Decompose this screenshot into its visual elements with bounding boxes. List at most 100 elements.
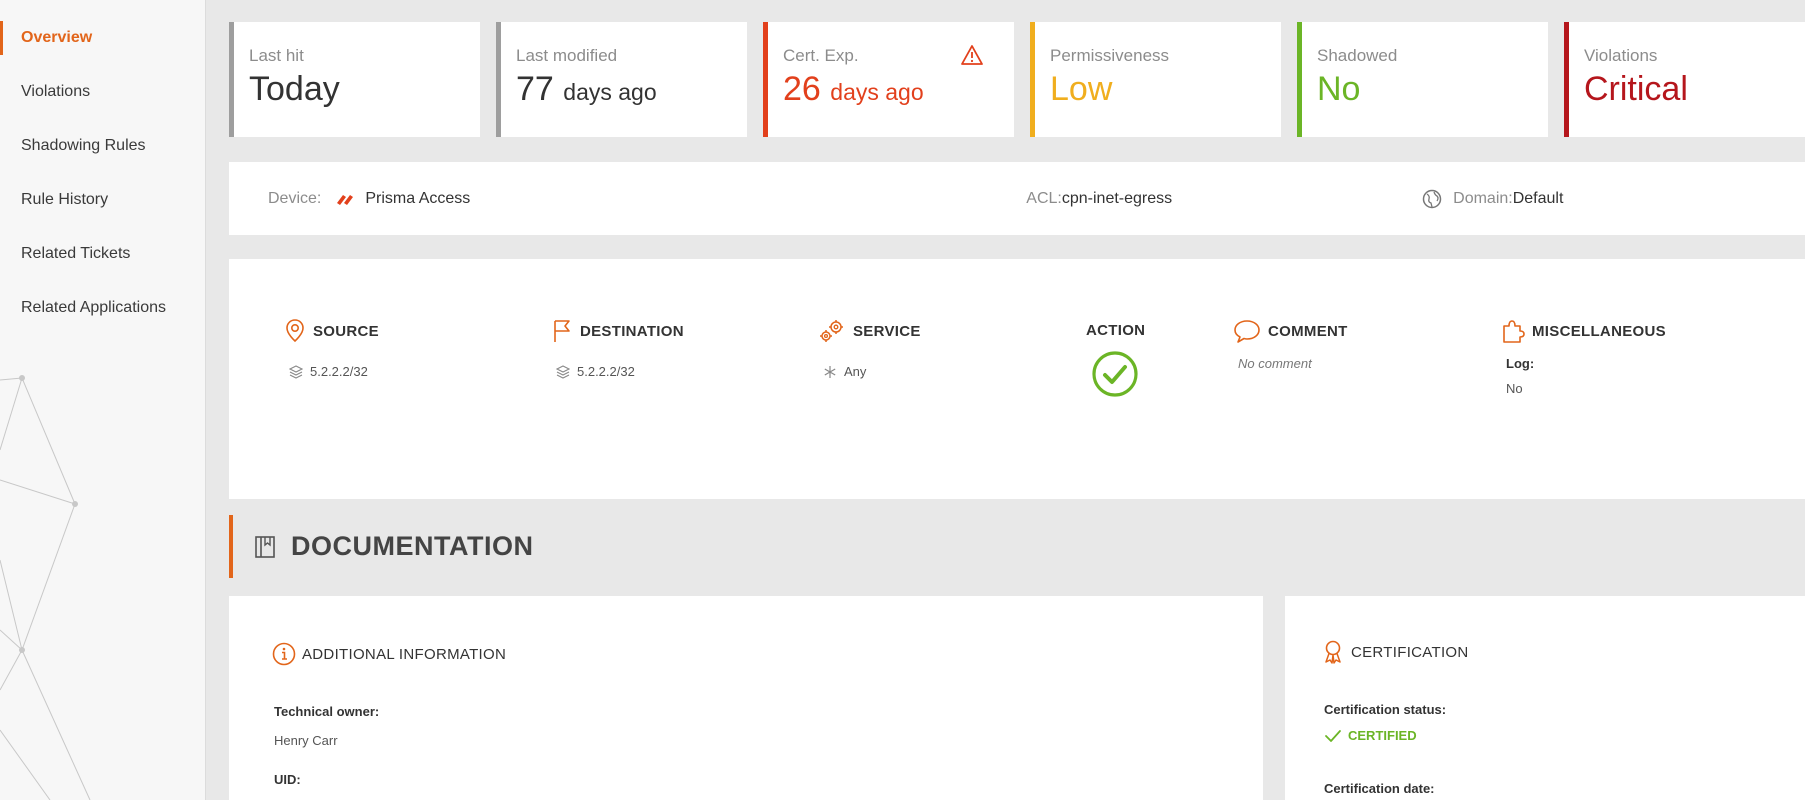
check-icon — [1325, 729, 1341, 742]
sidebar-item-rule-history[interactable]: Rule History — [0, 173, 205, 227]
certification-status-label: Certification status: — [1324, 702, 1447, 717]
destination-value: 5.2.2.2/32 — [577, 364, 635, 379]
acl-label: ACL: — [1026, 189, 1062, 207]
action-title: ACTION — [1086, 321, 1146, 339]
source-item[interactable]: 5.2.2.2/32 — [284, 364, 379, 379]
puzzle-icon — [1503, 320, 1525, 343]
device-value[interactable]: Prisma Access — [365, 190, 470, 208]
device-label: Device: — [268, 189, 322, 207]
kpi-last-modified: Last modified 77 days ago — [496, 22, 747, 137]
kpi-label: Shadowed — [1317, 46, 1398, 65]
destination-title: DESTINATION — [580, 322, 684, 340]
source-header: SOURCE — [284, 316, 379, 346]
comment-item: No comment — [1233, 356, 1348, 371]
technical-owner-label: Technical owner: — [274, 704, 380, 719]
certification-header: CERTIFICATION — [1321, 639, 1469, 665]
sidebar-item-label: Violations — [21, 83, 91, 100]
technical-owner-value[interactable]: Henry Carr — [274, 733, 338, 748]
kpi-shadowed: Shadowed No — [1297, 22, 1548, 137]
destination-column: DESTINATION 5.2.2.2/32 — [551, 316, 684, 379]
misc-title: MISCELLANEOUS — [1532, 322, 1666, 340]
sidebar-item-label: Overview — [21, 29, 93, 46]
additional-info-header: ADDITIONAL INFORMATION — [272, 641, 506, 667]
service-title: SERVICE — [853, 322, 921, 340]
kpi-label: Last hit — [249, 46, 304, 65]
kpi-value: Today — [249, 70, 340, 108]
kpi-permissiveness: Permissiveness Low — [1030, 22, 1281, 137]
source-title: SOURCE — [313, 322, 379, 340]
kpi-value: 26 — [783, 70, 821, 108]
kpi-cert-exp: Cert. Exp. 26 days ago — [763, 22, 1014, 137]
kpi-value: No — [1317, 70, 1361, 108]
asterisk-icon — [824, 365, 836, 378]
kpi-label: Permissiveness — [1050, 46, 1170, 65]
flag-icon — [554, 320, 570, 342]
kpi-value: Critical — [1584, 70, 1688, 108]
kpi-violations: Violations Critical — [1564, 22, 1805, 137]
sidebar-item-related-applications[interactable]: Related Applications — [0, 281, 205, 335]
kpi-label: Violations — [1584, 46, 1658, 65]
kpi-value: Low — [1050, 70, 1113, 108]
kpi-label: Last modified — [516, 46, 618, 65]
speech-bubble-icon — [1234, 320, 1260, 343]
notebook-icon — [255, 535, 275, 558]
sidebar-item-label: Related Tickets — [21, 245, 131, 262]
certification-status-value: CERTIFIED — [1348, 728, 1417, 743]
additional-info-title: ADDITIONAL INFORMATION — [302, 645, 507, 663]
gears-icon — [820, 320, 843, 342]
certification-date-label: Certification date: — [1324, 781, 1435, 796]
kpi-value-wrap: 77 days ago — [516, 72, 747, 106]
comment-value: No comment — [1238, 356, 1312, 371]
sidebar-item-label: Rule History — [21, 191, 109, 208]
ribbon-award-icon — [1325, 640, 1341, 664]
comment-title: COMMENT — [1268, 322, 1348, 340]
sidebar-item-overview[interactable]: Overview — [0, 11, 205, 65]
service-column: SERVICE Any — [818, 316, 921, 379]
misc-column: MISCELLANEOUS Log: No — [1501, 316, 1666, 396]
certification-card: CERTIFICATION Certification status: CERT… — [1285, 596, 1805, 800]
documentation-title: DOCUMENTATION — [291, 531, 534, 561]
uid-label: UID: — [274, 772, 301, 787]
kpi-unit: days ago — [563, 79, 657, 105]
destination-item[interactable]: 5.2.2.2/32 — [551, 364, 684, 379]
info-icon — [272, 642, 296, 666]
main-content: Last hit Today Last modified 77 days ago… — [206, 0, 1805, 800]
rule-details-panel: SOURCE 5.2.2.2/32 DESTINATION 5.2.2.2/32… — [229, 259, 1805, 499]
misc-log-value: No — [1506, 381, 1523, 396]
check-circle-icon — [1092, 351, 1138, 397]
kpi-row: Last hit Today Last modified 77 days ago… — [229, 22, 1805, 137]
destination-header: DESTINATION — [551, 316, 684, 346]
layers-icon — [289, 364, 303, 379]
domain-value[interactable]: Default — [1513, 190, 1564, 208]
location-pin-icon — [286, 319, 304, 343]
service-item[interactable]: Any — [818, 364, 921, 379]
sidebar-item-label: Related Applications — [21, 299, 166, 316]
source-value: 5.2.2.2/32 — [310, 364, 368, 379]
sidebar-item-label: Shadowing Rules — [21, 137, 146, 154]
service-header: SERVICE — [818, 316, 921, 346]
paloalto-logo-icon — [337, 194, 354, 205]
service-value: Any — [844, 364, 867, 379]
additional-info-card: ADDITIONAL INFORMATION Technical owner: … — [229, 596, 1263, 800]
sidebar-item-violations[interactable]: Violations — [0, 65, 205, 119]
sidebar: Overview Violations Shadowing Rules Rule… — [0, 0, 206, 800]
globe-icon — [1422, 189, 1442, 208]
certification-title: CERTIFICATION — [1351, 643, 1469, 661]
documentation-header: DOCUMENTATION — [229, 515, 533, 578]
sidebar-item-related-tickets[interactable]: Related Tickets — [0, 227, 205, 281]
acl-value[interactable]: cpn-inet-egress — [1062, 190, 1172, 208]
kpi-last-hit: Last hit Today — [229, 22, 480, 137]
kpi-unit: days ago — [830, 79, 924, 105]
layers-icon — [556, 364, 570, 379]
warning-icon — [961, 45, 983, 65]
sidebar-item-shadowing-rules[interactable]: Shadowing Rules — [0, 119, 205, 173]
domain-label: Domain: — [1453, 189, 1513, 207]
action-header: ACTION — [1086, 316, 1145, 344]
misc-header: MISCELLANEOUS — [1501, 316, 1666, 346]
action-column: ACTION — [1086, 316, 1145, 403]
source-column: SOURCE 5.2.2.2/32 — [284, 316, 379, 379]
certification-status: CERTIFIED — [1324, 728, 1417, 743]
comment-column: COMMENT No comment — [1233, 316, 1348, 371]
network-background-graphic — [0, 375, 91, 800]
misc-log-label: Log: — [1506, 356, 1535, 371]
